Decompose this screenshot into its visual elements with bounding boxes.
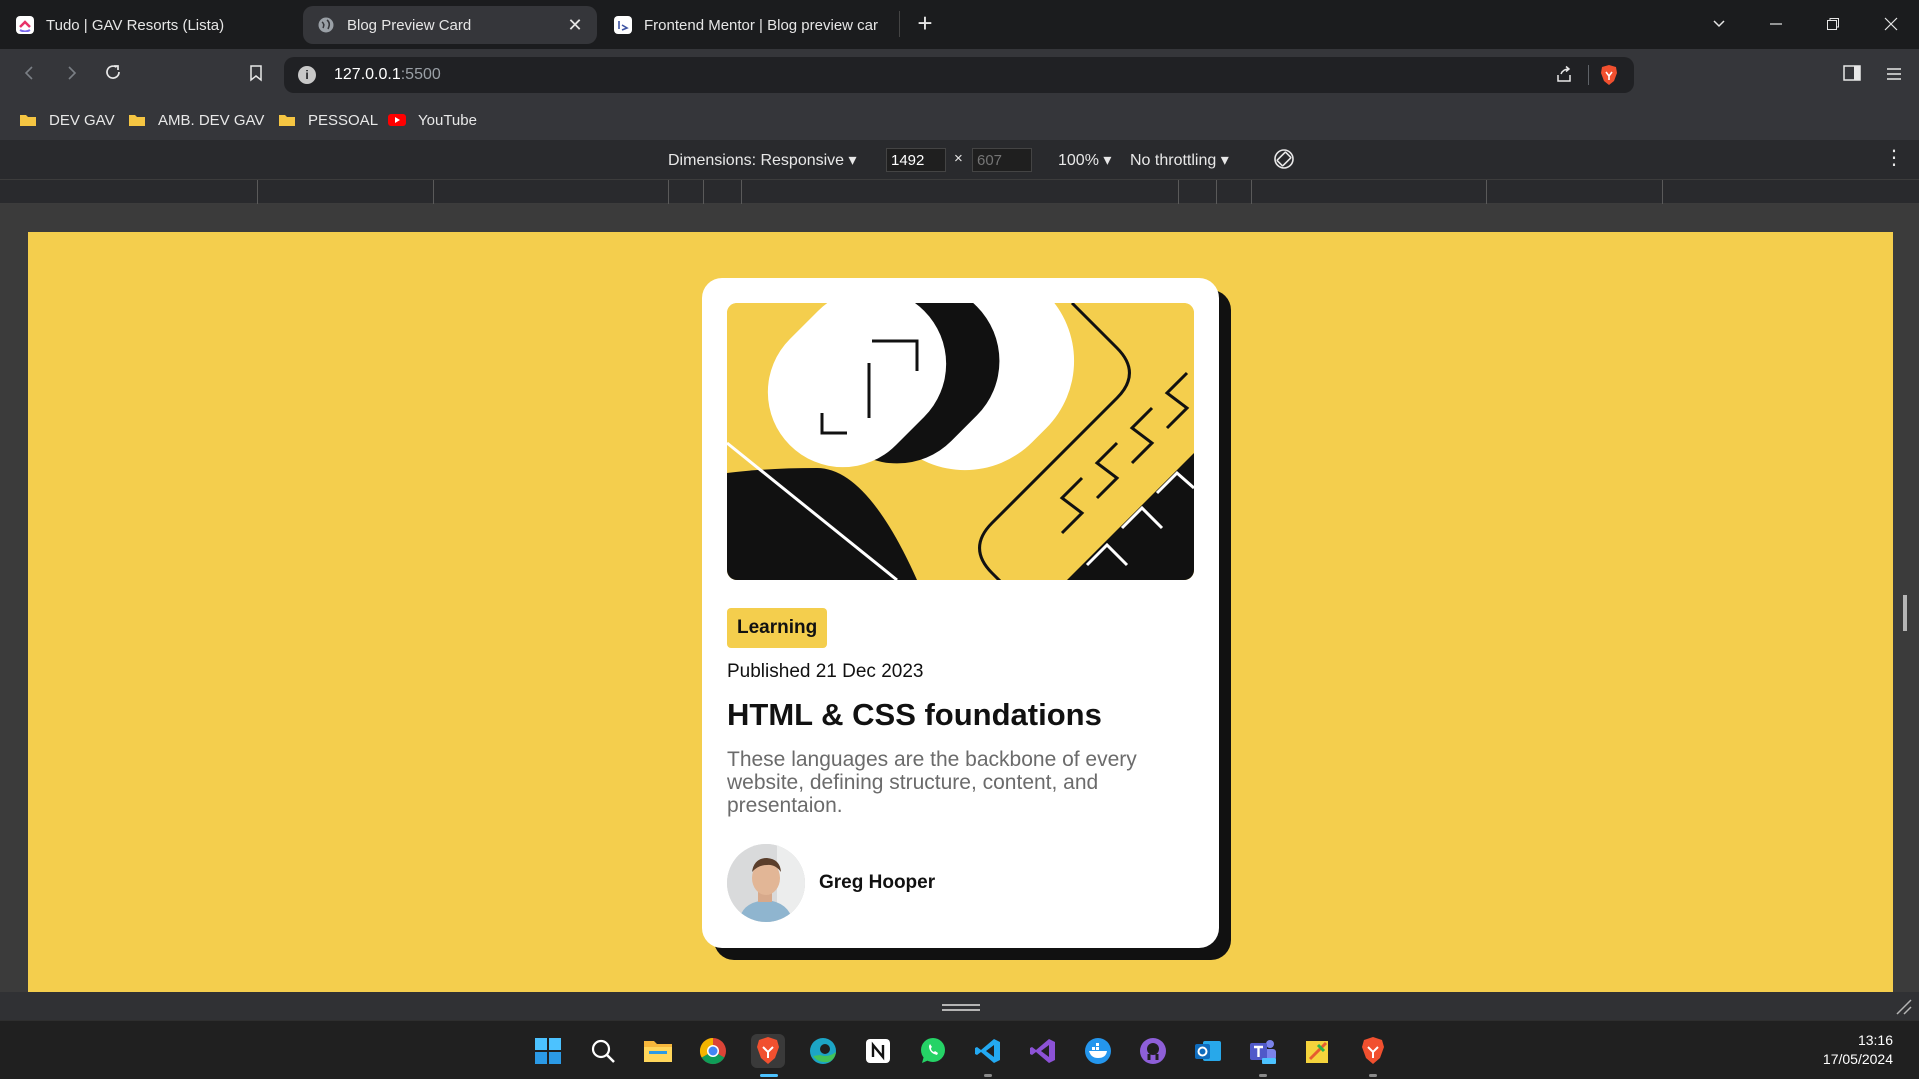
github-desktop-icon[interactable] [1136,1034,1170,1068]
visual-studio-icon[interactable] [1026,1034,1060,1068]
media-query-ruler [0,180,1919,204]
tab-strip: Tudo | GAV Resorts (Lista) Blog Preview … [0,0,1919,49]
folder-icon [129,115,145,126]
card-title[interactable]: HTML & CSS foundations [727,697,1102,733]
bookmark-label: PESSOAL [308,111,379,129]
tab-gav-resorts[interactable]: Tudo | GAV Resorts (Lista) [2,6,298,44]
viewport-resize-handle-bottom[interactable] [942,1004,980,1006]
tab-blog-preview-card[interactable]: Blog Preview Card ✕ [303,6,597,44]
outlook-icon[interactable] [1191,1034,1225,1068]
viewport-resize-bar [0,992,1919,1020]
chrome-icon[interactable] [696,1034,730,1068]
running-app-indicator [984,1074,992,1077]
close-tab-icon[interactable]: ✕ [565,15,585,35]
author-avatar [727,844,805,922]
bookmark-dev-gav[interactable]: DEV GAV [19,109,115,131]
tab-title: Blog Preview Card [347,16,472,34]
vscode-icon[interactable] [971,1034,1005,1068]
corner-resize-icon[interactable] [1893,996,1913,1016]
viewport-width-input[interactable] [886,148,946,172]
rotate-icon[interactable] [1272,147,1296,176]
address-bar[interactable]: i 127.0.0.1:5500 [284,57,1634,93]
published-date: Published 21 Dec 2023 [727,661,924,682]
throttling-dropdown[interactable]: No throttling ▾ [1130,150,1229,170]
restore-icon[interactable] [1819,11,1847,39]
forward-icon[interactable] [57,61,85,89]
category-tag: Learning [727,608,828,648]
bookmark-label: DEV GAV [49,111,115,129]
zoom-dropdown[interactable]: 100% ▾ [1058,150,1111,170]
blog-illustration [727,303,1194,580]
globe-icon [317,16,335,34]
browser-toolbar: i 127.0.0.1:5500 [0,49,1919,100]
url-text: 127.0.0.1:5500 [334,66,441,83]
windows-taskbar: 13:16 17/05/2024 [0,1020,1919,1079]
dimensions-times: × [954,150,963,167]
bookmark-amb-dev-gav[interactable]: AMB. DEV GAV [128,109,264,131]
system-clock[interactable]: 13:16 17/05/2024 [1823,1031,1893,1069]
menu-icon[interactable] [1880,61,1908,89]
start-icon[interactable] [531,1034,565,1068]
close-window-icon[interactable] [1877,11,1905,39]
sidebar-toggle-icon[interactable] [1838,61,1866,89]
viewport-resize-handle-right[interactable] [1903,595,1907,631]
docker-icon[interactable] [1081,1034,1115,1068]
bookmark-label: AMB. DEV GAV [158,111,265,129]
tab-title: Tudo | GAV Resorts (Lista) [46,16,225,34]
tab-divider [899,11,900,37]
running-app-indicator [1259,1074,1267,1077]
omnibox-divider [1588,65,1589,85]
active-app-indicator [760,1074,778,1077]
bookmark-icon[interactable] [242,61,270,89]
viewport-height-input[interactable] [972,148,1032,172]
clock-time: 13:16 [1857,1032,1893,1048]
tab-frontend-mentor[interactable]: Frontend Mentor | Blog preview card [600,6,892,44]
device-toolbar: Dimensions: Responsive ▾ × 100% ▾ No thr… [0,140,1919,180]
site-info-icon[interactable]: i [298,66,316,84]
minimize-icon[interactable] [1762,11,1790,39]
edge-icon[interactable] [806,1034,840,1068]
bookmarks-bar: DEV GAV AMB. DEV GAV PESSOAL YouTube [0,100,1919,140]
running-app-indicator [1369,1074,1377,1077]
youtube-icon [388,114,406,126]
more-options-icon[interactable]: ⋮ [1884,148,1904,168]
illustration-graphic [727,303,1194,580]
brave-browser-icon[interactable] [751,1034,785,1068]
whatsapp-icon[interactable] [916,1034,950,1068]
bookmark-pessoal[interactable]: PESSOAL [278,109,378,131]
dimensions-dropdown[interactable]: Dimensions: Responsive ▾ [668,150,857,170]
folder-icon [279,115,295,126]
clickup-icon [16,16,34,34]
frontend-mentor-icon [614,16,632,34]
author-name: Greg Hooper [819,872,936,893]
blog-preview-card: Learning Published 21 Dec 2023 HTML & CS… [702,278,1219,948]
file-explorer-icon[interactable] [641,1034,675,1068]
folder-icon [20,115,36,126]
brave-shields-icon[interactable] [1598,64,1620,86]
card-description: These languages are the backbone of ever… [727,748,1137,817]
search-icon[interactable] [586,1034,620,1068]
bookmark-youtube[interactable]: YouTube [388,109,477,131]
teams-icon[interactable] [1246,1034,1280,1068]
tab-search-chevron-icon[interactable] [1705,11,1733,39]
brave-browser-second-icon[interactable] [1356,1034,1390,1068]
reload-icon[interactable] [99,61,127,89]
back-icon[interactable] [16,61,44,89]
tab-title: Frontend Mentor | Blog preview card [644,16,878,34]
notion-icon[interactable] [861,1034,895,1068]
share-icon[interactable] [1554,65,1574,85]
clock-date: 17/05/2024 [1822,1051,1893,1067]
new-tab-button[interactable]: + [911,10,939,38]
bookmark-label: YouTube [418,111,477,129]
sticky-tools-icon[interactable] [1301,1034,1335,1068]
